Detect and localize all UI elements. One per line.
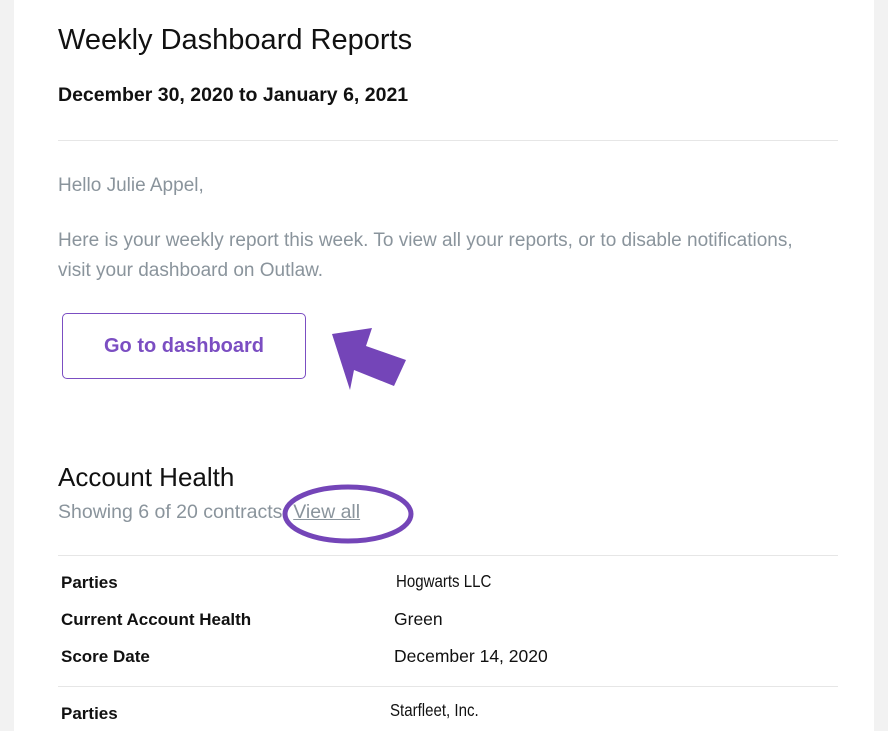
circle-annotation-icon [282,484,414,544]
contract-2-parties-label: Parties [61,704,118,723]
account-health-title: Account Health [58,462,235,492]
contracts-divider [58,555,838,556]
contract-1-score-date-label: Score Date [61,647,150,666]
contract-1-parties-value: Hogwarts LLC [396,571,507,592]
contract-1-health-value: Green [394,609,443,629]
intro-text: Here is your weekly report this week. To… [58,230,793,281]
contract-1-health-label: Current Account Health [61,610,252,629]
left-gutter [0,0,14,731]
report-date-range: December 30, 2020 to January 6, 2021 [58,84,409,106]
contract-divider [58,686,838,687]
arrow-annotation-icon [332,328,406,390]
page-title: Weekly Dashboard Reports [58,24,413,56]
contract-1-parties-label: Parties [61,573,118,592]
greeting-text: Hello Julie Appel, [58,175,204,196]
email-page: Weekly Dashboard Reports December 30, 20… [0,0,888,731]
right-gutter [874,0,888,731]
go-to-dashboard-button[interactable]: Go to dashboard [62,313,306,379]
contract-1-parties-text: Hogwarts LLC [396,571,492,591]
contract-2-parties-value: Starfleet, Inc. [390,700,493,721]
contract-1-score-date-value: December 14, 2020 [394,646,548,666]
contract-2-parties-text: Starfleet, Inc. [390,700,479,720]
header-divider [58,140,838,141]
showing-text: Showing 6 of 20 contracts. [58,501,288,523]
